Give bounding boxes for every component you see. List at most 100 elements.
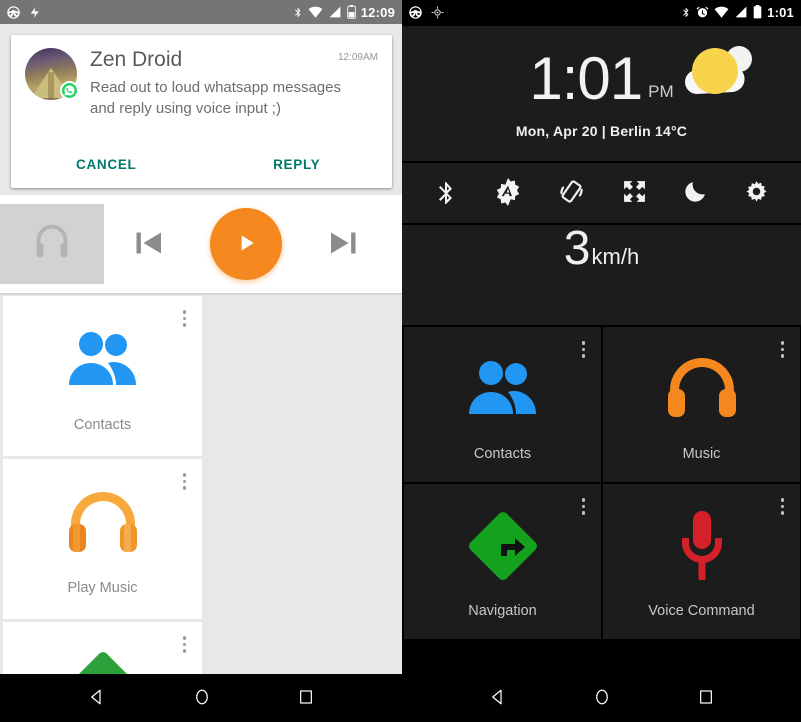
home-icon	[193, 688, 211, 709]
bluetooth-icon	[681, 5, 691, 19]
bluetooth-icon	[434, 178, 458, 209]
microphone-icon	[673, 505, 731, 587]
auto-brightness-icon	[494, 177, 522, 209]
auto-brightness-toggle[interactable]	[490, 174, 526, 213]
battery-icon	[753, 5, 762, 19]
play-button[interactable]	[210, 208, 282, 280]
kebab-menu-icon[interactable]	[179, 632, 191, 657]
recents-button[interactable]	[284, 683, 328, 714]
navigation-icon	[465, 505, 541, 587]
flash-icon	[29, 6, 42, 19]
bluetooth-icon	[293, 5, 303, 19]
signal-icon	[734, 6, 748, 18]
notification-title: Zen Droid	[90, 48, 183, 71]
kebab-menu-icon[interactable]	[777, 337, 789, 362]
signal-icon	[328, 6, 342, 18]
battery-icon	[346, 5, 356, 19]
reply-button[interactable]: REPLY	[202, 157, 393, 172]
kebab-menu-icon[interactable]	[777, 494, 789, 519]
tile-label: Contacts	[73, 417, 132, 433]
dark-theme-screen: 1:01 1:01 PM Mon, Apr 20 | Berlin 14°C 3…	[402, 0, 801, 722]
contacts-icon	[464, 348, 542, 430]
headphones-icon	[29, 219, 75, 270]
tile-label: Voice Command	[648, 602, 755, 619]
wifi-icon	[308, 6, 323, 18]
recents-button[interactable]	[684, 683, 728, 714]
recents-icon	[698, 689, 714, 708]
home-button[interactable]	[179, 682, 225, 715]
avatar	[25, 48, 79, 100]
status-bar-dark: 1:01	[402, 0, 801, 24]
tile-label: Contacts	[473, 445, 532, 462]
tile-music[interactable]: Music	[603, 327, 800, 482]
gps-target-icon	[431, 6, 444, 19]
skip-previous-icon	[126, 222, 168, 267]
kebab-menu-icon[interactable]	[578, 494, 590, 519]
tile-label: Music	[682, 445, 721, 462]
kebab-menu-icon[interactable]	[179, 469, 191, 494]
media-source-button[interactable]	[0, 204, 104, 284]
clock-subtitle: Mon, Apr 20 | Berlin 14°C	[515, 122, 688, 139]
auto-rotate-icon	[558, 178, 585, 208]
speed-unit: km/h	[591, 244, 640, 269]
notification-message: Read out to loud whatsapp messages and r…	[90, 79, 341, 117]
status-bar-light: 12:09	[0, 0, 402, 24]
tile-contacts[interactable]: Contacts	[404, 327, 601, 482]
status-bar-clock: 12:09	[360, 4, 395, 20]
steering-wheel-icon	[408, 5, 423, 20]
do-not-disturb-toggle[interactable]	[679, 175, 712, 211]
back-icon	[489, 688, 507, 709]
app-tile-grid-light: Contacts Play Music	[0, 293, 402, 722]
notification-card[interactable]: Zen Droid 12:09AM Read out to loud whats…	[11, 35, 392, 188]
moon-icon	[683, 179, 708, 207]
bluetooth-toggle[interactable]	[430, 174, 462, 213]
cancel-button[interactable]: CANCEL	[11, 157, 202, 172]
contacts-icon	[64, 319, 142, 401]
home-button[interactable]	[579, 682, 625, 715]
auto-rotate-toggle[interactable]	[554, 174, 589, 212]
fullscreen-icon	[622, 179, 647, 207]
back-icon	[88, 688, 106, 709]
quick-settings-row	[402, 163, 801, 223]
skip-next-icon	[324, 222, 366, 267]
whatsapp-badge-icon	[60, 81, 79, 100]
notification-area: Zen Droid 12:09AM Read out to loud whats…	[0, 24, 402, 188]
clock-weather-card[interactable]: 1:01 PM Mon, Apr 20 | Berlin 14°C	[402, 26, 801, 161]
status-bar-clock: 1:01	[767, 4, 794, 20]
steering-wheel-icon	[6, 5, 21, 20]
tile-label: Play Music	[67, 580, 138, 596]
next-track-button[interactable]	[324, 222, 366, 267]
gear-icon	[744, 179, 769, 207]
clock-ampm: PM	[648, 81, 674, 101]
notification-timestamp: 12:09AM	[337, 52, 378, 63]
back-button[interactable]	[74, 682, 120, 715]
clock-time: 1:01	[529, 44, 643, 112]
tile-play-music[interactable]: Play Music	[3, 459, 202, 619]
speed-display: 3 km/h	[402, 225, 801, 325]
sun-behind-cloud-icon	[677, 42, 755, 109]
tile-voice-command[interactable]: Voice Command	[603, 484, 800, 639]
android-nav-bar-dark	[402, 674, 801, 722]
home-icon	[593, 688, 611, 709]
media-player-bar	[0, 195, 402, 293]
dual-screenshot-comparison: 12:09 Zen Droid 12:09AM Read out to loud…	[0, 0, 801, 722]
app-tile-grid-dark: Contacts Music Navigation Voice Command	[402, 325, 801, 639]
kebab-menu-icon[interactable]	[578, 337, 590, 362]
kebab-menu-icon[interactable]	[179, 306, 191, 331]
light-theme-screen: 12:09 Zen Droid 12:09AM Read out to loud…	[0, 0, 402, 722]
speed-value: 3	[563, 222, 591, 275]
play-music-icon	[63, 482, 143, 564]
tile-navigation[interactable]: Navigation	[404, 484, 601, 639]
wifi-icon	[714, 6, 729, 18]
recents-icon	[298, 689, 314, 708]
settings-button[interactable]	[740, 175, 773, 211]
android-nav-bar-light	[0, 674, 402, 722]
alarm-icon	[696, 6, 709, 19]
back-button[interactable]	[475, 682, 521, 715]
fullscreen-toggle[interactable]	[618, 175, 651, 211]
play-icon	[233, 230, 259, 259]
headphones-icon	[663, 348, 741, 430]
previous-track-button[interactable]	[126, 222, 168, 267]
tile-label: Navigation	[468, 602, 537, 619]
tile-contacts[interactable]: Contacts	[3, 296, 202, 456]
